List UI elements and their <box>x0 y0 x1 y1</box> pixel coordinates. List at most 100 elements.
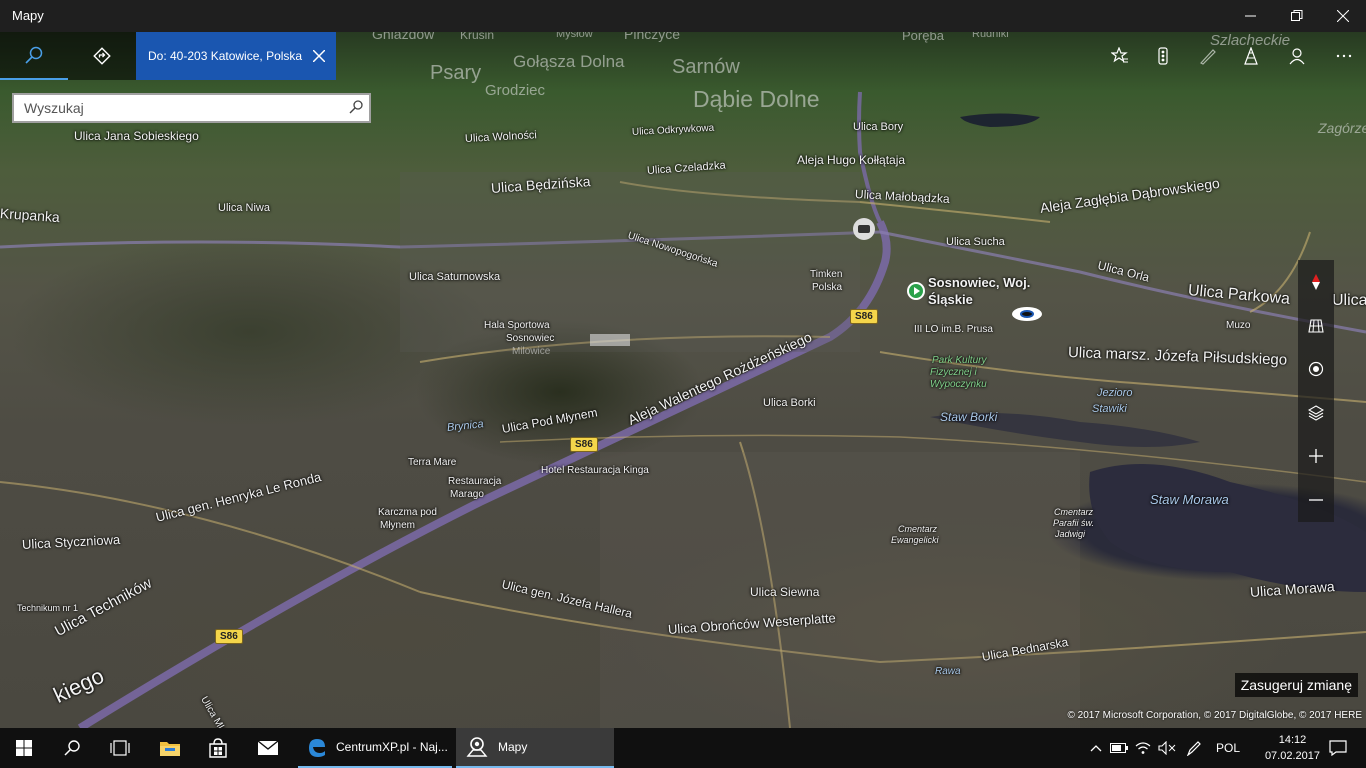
street-label: Aleja Hugo Kołłątaja <box>797 153 906 167</box>
poi-label: Ewangelicki <box>891 535 939 545</box>
action-center-button[interactable] <box>1320 728 1356 768</box>
start-button[interactable] <box>0 728 48 768</box>
volume-muted-icon[interactable] <box>1156 728 1178 768</box>
street-label: Ulica Bory <box>853 121 904 133</box>
taskbar-app-label: Mapy <box>498 740 528 754</box>
place-label: Psary <box>430 62 482 84</box>
poi-label: Timken <box>810 269 843 280</box>
urban-area-2 <box>600 452 1080 728</box>
wifi-icon[interactable] <box>1132 728 1154 768</box>
pond <box>960 113 1040 127</box>
show-location-icon[interactable] <box>1298 349 1334 389</box>
traffic-icon[interactable] <box>1151 44 1175 68</box>
taskbar-app-edge[interactable]: CentrumXP.pl - Naj... <box>298 728 452 768</box>
directions-tab-button[interactable] <box>68 32 136 80</box>
close-window-button[interactable] <box>1320 0 1366 32</box>
poi-label: Terra Mare <box>408 457 457 468</box>
park-label: Wypoczynku <box>930 379 987 390</box>
show-hidden-icons-button[interactable] <box>1086 728 1106 768</box>
restore-button[interactable] <box>1274 0 1320 32</box>
taskbar-app-maps[interactable]: Mapy <box>456 728 614 768</box>
poi-label: Cmentarz <box>898 524 938 534</box>
destination-tab[interactable]: Do: 40-203 Katowice, Polska <box>136 32 336 80</box>
poi-label: Młynem <box>380 520 416 531</box>
compass-icon[interactable] <box>1298 262 1334 302</box>
windows-icon <box>16 740 32 756</box>
maps-icon <box>466 737 488 757</box>
mail-button[interactable] <box>244 728 292 768</box>
minus-icon <box>1309 499 1323 501</box>
search-tab-button[interactable] <box>0 32 68 80</box>
search-icon[interactable] <box>349 100 363 119</box>
poi-label: Cmentarz <box>1054 507 1094 517</box>
restore-icon <box>1291 10 1303 21</box>
title-bar: Mapy <box>0 0 1366 32</box>
poi-label: Parafii św. <box>1053 518 1095 528</box>
street-label: Ulica Jana Sobieskiego <box>74 129 199 143</box>
chevron-up-icon <box>1090 745 1102 752</box>
map-layers-icon[interactable] <box>1298 393 1334 433</box>
battery-icon[interactable] <box>1108 728 1130 768</box>
poi-label: Jadwigi <box>1055 529 1086 539</box>
map-view[interactable]: Gniazdów Krusin Mysłów Pińczyce Poręba R… <box>0 26 1366 745</box>
more-icon[interactable] <box>1332 44 1356 68</box>
street-label: Ulica Saturnowska <box>409 271 501 283</box>
street-label: Ulica Niwa <box>218 202 270 214</box>
pen-icon[interactable] <box>1182 728 1206 768</box>
minimize-button[interactable] <box>1228 0 1274 32</box>
poi-label: Hala Sportowa <box>484 320 550 331</box>
location-marker-icon[interactable] <box>1012 307 1042 321</box>
taskbar-app-label: CentrumXP.pl - Naj... <box>336 740 448 754</box>
search-box[interactable] <box>12 93 371 123</box>
edge-icon <box>309 739 325 757</box>
window-title: Mapy <box>12 8 44 23</box>
zoom-out-button[interactable] <box>1298 480 1334 520</box>
poi-label: Milowice <box>512 346 551 357</box>
place-label: Dąbie Dolne <box>693 86 820 112</box>
store-icon <box>209 738 227 758</box>
zoom-in-button[interactable] <box>1298 436 1334 476</box>
directions-icon <box>93 47 111 65</box>
water-label: Staw Morawa <box>1150 492 1229 507</box>
close-destination-button[interactable] <box>308 45 330 67</box>
search-input[interactable] <box>14 95 334 121</box>
poi-label: Muzo <box>1226 320 1251 331</box>
highway-shield: S86 <box>215 629 243 644</box>
park-label: Park Kultury <box>932 355 987 366</box>
traffic-camera-icon[interactable] <box>853 218 875 240</box>
start-pin-icon[interactable] <box>907 282 925 300</box>
3d-cities-icon[interactable] <box>1239 44 1263 68</box>
account-icon[interactable] <box>1285 44 1309 68</box>
suggest-change-button[interactable]: Zasugeruj zmianę <box>1234 673 1358 697</box>
building-roof <box>590 334 630 346</box>
water-label: Jezioro <box>1097 387 1133 399</box>
search-icon <box>64 740 80 756</box>
plus-icon <box>1309 449 1323 463</box>
street-label: Ulica Sucha <box>946 236 1005 248</box>
park-label: Fizycznej i <box>930 367 977 378</box>
poi-label: Polska <box>812 282 843 293</box>
input-language[interactable]: POL <box>1210 728 1246 768</box>
tilt-icon[interactable] <box>1298 306 1334 346</box>
search-button[interactable] <box>48 728 96 768</box>
place-label: Grodziec <box>485 82 546 99</box>
favorites-icon[interactable] <box>1108 44 1132 68</box>
file-explorer-button[interactable] <box>146 728 194 768</box>
water-label: Stawiki <box>1092 403 1127 415</box>
task-view-button[interactable] <box>96 728 144 768</box>
store-button[interactable] <box>194 728 242 768</box>
clock-time: 14:12 <box>1278 734 1307 746</box>
search-icon <box>25 46 43 64</box>
street-label: Ulica <box>1332 292 1366 309</box>
water-label: Staw Borki <box>940 410 998 424</box>
highway-shield: S86 <box>570 437 598 452</box>
close-icon <box>1337 10 1349 22</box>
clock[interactable]: 14:12 07.02.2017 <box>1265 732 1320 764</box>
mail-icon <box>257 740 279 755</box>
ink-icon[interactable] <box>1196 44 1220 68</box>
task-view-icon <box>110 740 130 756</box>
street-label: Ulica Siewna <box>750 585 820 599</box>
place-label: Gołąsza Dolna <box>513 52 625 71</box>
copyright-text: © 2017 Microsoft Corporation, © 2017 Dig… <box>1067 710 1362 721</box>
poi-label: III LO im.B. Prusa <box>914 324 993 335</box>
